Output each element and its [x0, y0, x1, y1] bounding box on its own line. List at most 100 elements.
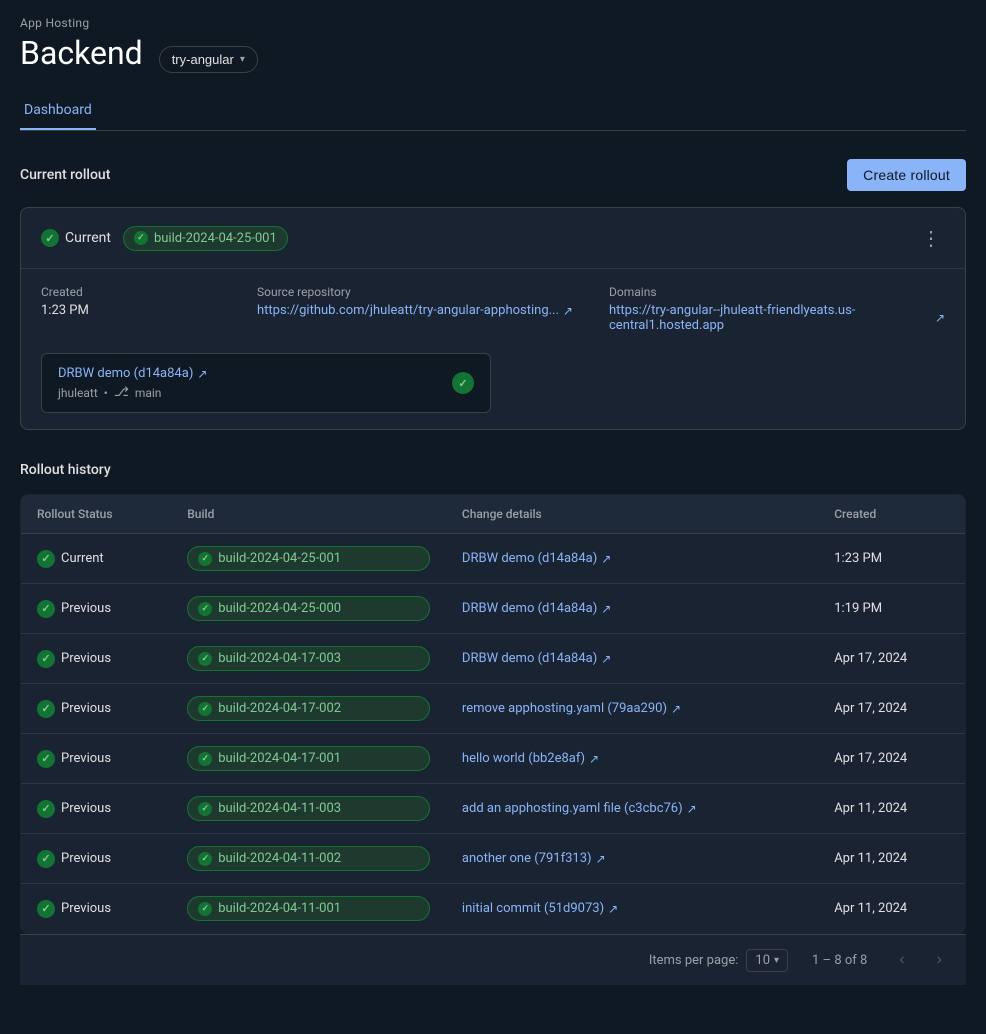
- row-build-badge: build-2024-04-11-001: [187, 896, 430, 921]
- row-status-icon: [37, 600, 55, 618]
- domain-link[interactable]: https://try-angular--jhuleatt-friendlyea…: [609, 303, 945, 333]
- build-check-icon: [134, 231, 148, 245]
- create-rollout-button[interactable]: Create rollout: [847, 159, 966, 191]
- change-details-link[interactable]: DRBW demo (d14a84a) ↗: [462, 551, 802, 566]
- commit-card: DRBW demo (d14a84a) ↗ jhuleatt • ⎇ main: [41, 353, 491, 413]
- change-details-link[interactable]: another one (791f313) ↗: [462, 851, 802, 866]
- row-build-icon: [198, 802, 212, 816]
- row-status-icon: [37, 850, 55, 868]
- row-status-icon: [37, 700, 55, 718]
- change-details-link[interactable]: initial commit (51d9073) ↗: [462, 901, 802, 916]
- row-build-text: build-2024-04-11-003: [218, 801, 341, 816]
- change-details-link[interactable]: DRBW demo (d14a84a) ↗: [462, 601, 802, 616]
- build-cell-5: build-2024-04-11-003: [171, 784, 446, 834]
- next-page-button[interactable]: ›: [929, 947, 950, 973]
- row-build-icon: [198, 602, 212, 616]
- build-cell-1: build-2024-04-25-000: [171, 584, 446, 634]
- current-rollout-card: Current build-2024-04-25-001 ⋮ Created 1…: [20, 207, 966, 430]
- build-cell-0: build-2024-04-25-001: [171, 534, 446, 584]
- change-details-cell-5: add an apphosting.yaml file (c3cbc76) ↗: [446, 784, 818, 834]
- commit-status-icon: [452, 372, 474, 394]
- row-build-badge: build-2024-04-17-002: [187, 696, 430, 721]
- row-build-badge: build-2024-04-25-000: [187, 596, 430, 621]
- row-status-text: Previous: [61, 901, 111, 916]
- build-cell-7: build-2024-04-11-001: [171, 884, 446, 934]
- commit-link-text: DRBW demo (d14a84a): [58, 366, 193, 381]
- row-build-text: build-2024-04-17-003: [218, 651, 341, 666]
- status-cell-7: Previous: [21, 884, 172, 934]
- row-build-badge: build-2024-04-25-001: [187, 546, 430, 571]
- change-details-cell-3: remove apphosting.yaml (79aa290) ↗: [446, 684, 818, 734]
- commit-link[interactable]: DRBW demo (d14a84a) ↗: [58, 366, 207, 381]
- per-page-chevron-icon: ▾: [774, 955, 779, 966]
- change-details-cell-6: another one (791f313) ↗: [446, 834, 818, 884]
- table-row: Previousbuild-2024-04-17-003DRBW demo (d…: [21, 634, 966, 684]
- row-status-icon: [37, 900, 55, 918]
- per-page-value: 10: [755, 953, 770, 968]
- current-label: Current: [65, 230, 111, 246]
- row-build-badge: build-2024-04-11-003: [187, 796, 430, 821]
- pagination-range: 1 – 8 of 8: [812, 953, 867, 968]
- status-cell-6: Previous: [21, 834, 172, 884]
- items-per-page-control: Items per page: 10 ▾: [649, 949, 788, 972]
- build-id-label: build-2024-04-25-001: [154, 231, 277, 246]
- build-badge: build-2024-04-25-001: [123, 226, 288, 251]
- current-status-indicator: Current: [41, 229, 111, 247]
- row-status-text: Previous: [61, 801, 111, 816]
- change-external-icon: ↗: [687, 802, 697, 816]
- table-header-row: Rollout Status Build Change details Crea…: [21, 495, 966, 534]
- created-value: 1:23 PM: [41, 303, 241, 318]
- table-head: Rollout Status Build Change details Crea…: [21, 495, 966, 534]
- change-details-link[interactable]: add an apphosting.yaml file (c3cbc76) ↗: [462, 801, 802, 816]
- created-cell-2: Apr 17, 2024: [818, 634, 965, 684]
- created-cell-4: Apr 17, 2024: [818, 734, 965, 784]
- row-build-icon: [198, 852, 212, 866]
- change-details-link[interactable]: hello world (bb2e8af) ↗: [462, 751, 802, 766]
- external-link-icon: ↗: [563, 304, 573, 318]
- change-external-icon: ↗: [596, 852, 606, 866]
- branch-selector[interactable]: try-angular ▾: [159, 46, 258, 73]
- row-build-icon: [198, 552, 212, 566]
- table-row: Previous build-2024-04-25-000 DRBW demo (d…: [21, 584, 966, 634]
- change-details-cell-0: DRBW demo (d14a84a) ↗: [446, 534, 818, 584]
- table-footer: Items per page: 10 ▾ 1 – 8 of 8 ‹ ›: [20, 934, 966, 985]
- row-status-text: Previous: [61, 701, 111, 716]
- items-per-page-label: Items per page:: [649, 953, 739, 968]
- row-build-badge: build-2024-04-11-002: [187, 846, 430, 871]
- current-rollout-title: Current rollout: [20, 167, 110, 183]
- row-status-text: Previous: [61, 751, 111, 766]
- source-repo-info: Source repository https://github.com/jhu…: [257, 285, 593, 333]
- change-external-icon: ↗: [601, 602, 611, 616]
- table-body: Currentbuild-2024-04-25-001DRBW demo (d1…: [21, 534, 966, 934]
- change-details-link[interactable]: DRBW demo (d14a84a) ↗: [462, 651, 802, 666]
- row-build-icon: [198, 702, 212, 716]
- more-options-icon[interactable]: ⋮: [917, 222, 945, 254]
- source-repo-link[interactable]: https://github.com/jhuleatt/try-angular-…: [257, 303, 593, 318]
- change-external-icon: ↗: [601, 552, 611, 566]
- change-details-cell-1: DRBW demo (d14a84a) ↗: [446, 584, 818, 634]
- created-cell-6: Apr 11, 2024: [818, 834, 965, 884]
- tabs: Dashboard: [20, 92, 966, 131]
- commit-meta: jhuleatt • ⎇ main: [58, 385, 207, 400]
- prev-page-button[interactable]: ‹: [891, 947, 912, 973]
- status-cell-1: Previous: [21, 584, 172, 634]
- created-info: Created 1:23 PM: [41, 285, 241, 333]
- tab-dashboard[interactable]: Dashboard: [20, 92, 96, 130]
- per-page-select-wrapper[interactable]: 10 ▾: [746, 949, 788, 972]
- change-external-icon: ↗: [671, 702, 681, 716]
- commit-branch: main: [135, 386, 162, 400]
- change-details-link[interactable]: remove apphosting.yaml (79aa290) ↗: [462, 701, 802, 716]
- domains-label: Domains: [609, 285, 945, 299]
- col-build: Build: [171, 495, 446, 534]
- col-rollout-status: Rollout Status: [21, 495, 172, 534]
- table-row: Previous build-2024-04-17-002 remove appho…: [21, 684, 966, 734]
- status-cell-4: Previous: [21, 734, 172, 784]
- created-cell-3: Apr 17, 2024: [818, 684, 965, 734]
- table-row: Currentbuild-2024-04-25-001DRBW demo (d1…: [21, 534, 966, 584]
- card-header: Current build-2024-04-25-001 ⋮: [21, 208, 965, 269]
- row-build-text: build-2024-04-11-001: [218, 901, 341, 916]
- created-cell-7: Apr 11, 2024: [818, 884, 965, 934]
- table-row: Previous build-2024-04-11-003 add an appho…: [21, 784, 966, 834]
- domains-info: Domains https://try-angular--jhuleatt-fr…: [609, 285, 945, 333]
- created-cell-1: 1:19 PM: [818, 584, 965, 634]
